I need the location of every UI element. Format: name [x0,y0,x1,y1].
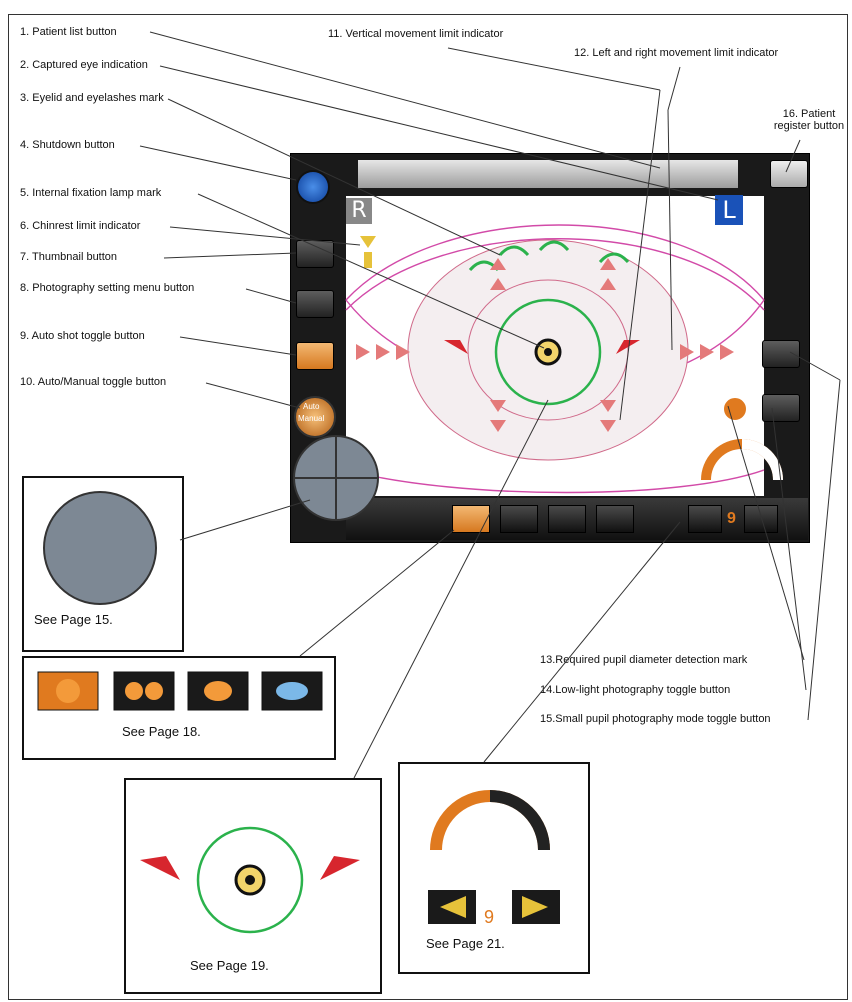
inset-fixation-diagram [140,826,360,934]
navigation-control[interactable] [293,435,379,521]
chinrest-limit-indicator [360,236,376,268]
fixation-center [544,348,552,356]
diagram-root: 1. Patient list button 2. Captured eye i… [0,0,852,1002]
inset-nav-control [43,491,157,605]
pupil-gauge [701,439,783,481]
diagram-graphics [37,31,841,934]
inset-eye-mode-buttons [37,671,323,711]
inset-pupil-gauge [428,790,560,924]
